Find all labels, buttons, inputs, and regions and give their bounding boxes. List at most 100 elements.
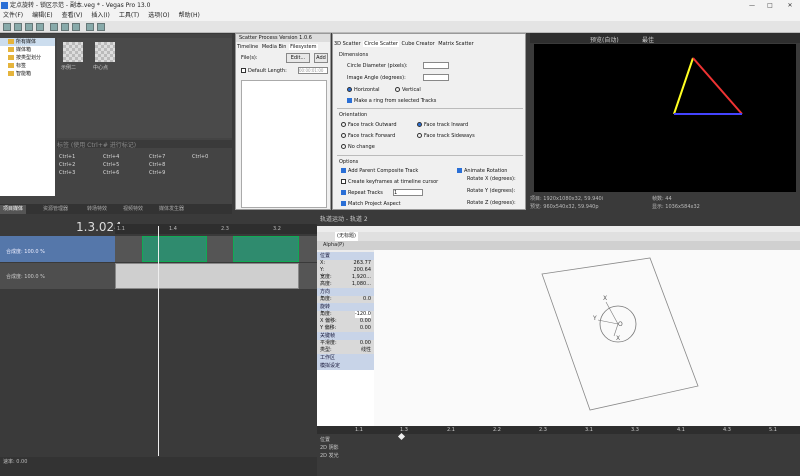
track-header-video[interactable]: 合成度: 100.0 % — [0, 236, 115, 262]
track-header-video-2[interactable]: 合成度: 100.0 % — [0, 263, 115, 289]
tree-item-all-media[interactable]: 所有媒体 — [0, 38, 55, 46]
animate-rotation-checkbox[interactable]: Animate Rotation — [457, 168, 507, 174]
save-icon[interactable] — [25, 23, 33, 31]
kf-row-2d-shadow[interactable]: 2D 阴影 — [320, 444, 339, 451]
tab-circle-scatter[interactable]: Circle Scatter — [363, 41, 399, 47]
make-ring-checkbox[interactable]: Make a ring from selected Tracks — [347, 98, 436, 104]
section-rotation[interactable]: 旋转 — [317, 303, 374, 311]
keyframe-marker[interactable] — [397, 432, 406, 441]
section-position[interactable]: 位置 — [317, 252, 374, 260]
svg-text:X: X — [603, 295, 607, 302]
repeat-tracks-checkbox[interactable]: Repeat Tracks — [341, 190, 383, 196]
prop-type[interactable]: 类型: 线性 — [317, 347, 374, 354]
kf-row-2d-glow[interactable]: 2D 发光 — [320, 452, 339, 459]
no-change-radio[interactable]: No change — [341, 144, 375, 150]
prop-width[interactable]: 宽度: 1,920... — [317, 274, 374, 281]
tree-item-media-bins[interactable]: 媒体箱 — [0, 46, 55, 54]
media-thumbnails: 示例二 中心点 — [57, 38, 232, 138]
media-tree: 所有媒体 媒体箱 按类型划分 标签 智能箱 — [0, 38, 55, 196]
edit-button[interactable]: Edit... — [286, 53, 310, 63]
menu-help[interactable]: 帮助(H) — [179, 12, 200, 19]
tab-transitions[interactable]: 转场特效 — [84, 205, 110, 214]
prop-height[interactable]: 高度: 1,080... — [317, 281, 374, 288]
file-list[interactable] — [241, 80, 327, 208]
kf-row-position[interactable]: 位置 — [320, 436, 330, 443]
face-forward-radio[interactable]: Face track Forward — [341, 133, 395, 139]
create-keyframes-checkbox[interactable]: Create keyframes at timeline cursor — [341, 179, 438, 185]
copy-icon[interactable] — [61, 23, 69, 31]
preset-dropdown[interactable]: (无标题) — [335, 232, 358, 241]
menu-view[interactable]: 查看(V) — [62, 12, 83, 19]
kf-ruler[interactable]: 1.1 1.3 2.1 2.2 2.3 3.1 3.3 4.1 4.3 5.1 — [317, 426, 800, 434]
maximize-icon[interactable]: □ — [762, 0, 778, 11]
motion-workspace[interactable]: X Y X O — [374, 250, 800, 427]
image-angle-input[interactable] — [423, 74, 449, 81]
default-length-checkbox[interactable] — [241, 68, 246, 73]
folder-icon — [8, 55, 14, 60]
tab-media-generators[interactable]: 媒体发生器 — [156, 205, 187, 214]
vertical-radio[interactable]: Vertical — [395, 87, 421, 93]
video-clip[interactable] — [142, 236, 207, 262]
open-icon[interactable] — [14, 23, 22, 31]
menu-options[interactable]: 选项(O) — [148, 12, 169, 19]
alpha-dropdown[interactable]: Alpha(P) — [323, 241, 344, 250]
prop-y[interactable]: Y: 200.64 — [317, 267, 374, 274]
prop-x[interactable]: X: 263.77 — [317, 260, 374, 267]
menu-file[interactable]: 文件(F) — [3, 12, 23, 19]
circle-diameter-input[interactable] — [423, 62, 449, 69]
media-thumb[interactable] — [63, 42, 83, 62]
menu-tools[interactable]: 工具(T) — [119, 12, 139, 19]
section-simulation[interactable]: 模拟设定 — [317, 362, 374, 370]
undo-icon[interactable] — [86, 23, 94, 31]
length-input[interactable]: 00:00:01:00 — [298, 67, 328, 74]
tab-matrix-scatter[interactable]: Matrix Scatter — [437, 41, 474, 47]
add-parent-checkbox[interactable]: Add Parent Composite Track — [341, 168, 418, 174]
match-aspect-checkbox[interactable]: Match Project Aspect — [341, 201, 401, 207]
section-keyframe[interactable]: 关键帧 — [317, 332, 374, 340]
prop-rotation-angle[interactable]: 角度: -120.0 — [317, 311, 374, 318]
menu-insert[interactable]: 插入(I) — [91, 12, 109, 19]
redo-icon[interactable] — [97, 23, 105, 31]
tab-video-fx[interactable]: 视频特效 — [120, 205, 146, 214]
horizontal-radio[interactable]: Horizontal — [347, 87, 380, 93]
tab-project-media[interactable]: 项目媒体 — [0, 205, 27, 214]
checkbox-unchecked-icon — [341, 179, 346, 184]
properties-icon[interactable] — [36, 23, 44, 31]
tab-timeline[interactable]: Timeline — [236, 44, 259, 50]
media-clip[interactable] — [115, 263, 299, 289]
repeat-count-input[interactable]: 1 — [393, 189, 423, 196]
face-inward-radio[interactable]: Face track Inward — [417, 122, 468, 128]
face-inward-label: Face track Inward — [424, 122, 469, 128]
add-button[interactable]: Add — [314, 53, 328, 63]
prop-smoothness[interactable]: 平滑度: 0.00 — [317, 340, 374, 347]
paste-icon[interactable] — [72, 23, 80, 31]
prop-y-offset[interactable]: Y 偏移: 0.00 — [317, 325, 374, 332]
close-icon[interactable]: ✕ — [782, 0, 798, 11]
prop-direction-angle[interactable]: 角度: 0.0 — [317, 296, 374, 303]
tab-3d-scatter[interactable]: 3D Scatter — [333, 41, 362, 47]
tree-item-tags[interactable]: 标签 — [0, 62, 55, 70]
tree-item-by-type[interactable]: 按类型划分 — [0, 54, 55, 62]
media-thumb[interactable] — [95, 42, 115, 62]
section-workspace[interactable]: 工作区 — [317, 354, 374, 362]
tab-explorer[interactable]: 资源管理器 — [40, 205, 71, 214]
prop-value: 263.77 — [353, 260, 372, 266]
section-direction[interactable]: 方向 — [317, 288, 374, 296]
face-sideways-radio[interactable]: Face track Sideways — [417, 133, 475, 139]
preview-quality[interactable]: 预览(自动) — [590, 35, 619, 44]
cut-icon[interactable] — [50, 23, 58, 31]
prop-x-offset[interactable]: X 偏移: 0.00 — [317, 318, 374, 325]
preview-best[interactable]: 最佳 — [642, 35, 654, 44]
video-clip[interactable] — [233, 236, 299, 262]
menu-edit[interactable]: 编辑(E) — [32, 12, 52, 19]
tab-cube-creator[interactable]: Cube Creator — [401, 41, 436, 47]
new-icon[interactable] — [3, 23, 11, 31]
file-label: File(s): — [241, 55, 258, 61]
face-outward-radio[interactable]: Face track Outward — [341, 122, 397, 128]
tree-item-smart-bins[interactable]: 智能箱 — [0, 70, 55, 78]
timeline-ruler[interactable]: 1.1 1.4 2.3 3.2 — [115, 224, 317, 234]
minimize-icon[interactable]: — — [744, 0, 760, 11]
tab-filesystem[interactable]: Filesystem — [289, 44, 318, 50]
tab-media-bin[interactable]: Media Bin — [261, 44, 288, 50]
playhead[interactable] — [158, 226, 159, 456]
